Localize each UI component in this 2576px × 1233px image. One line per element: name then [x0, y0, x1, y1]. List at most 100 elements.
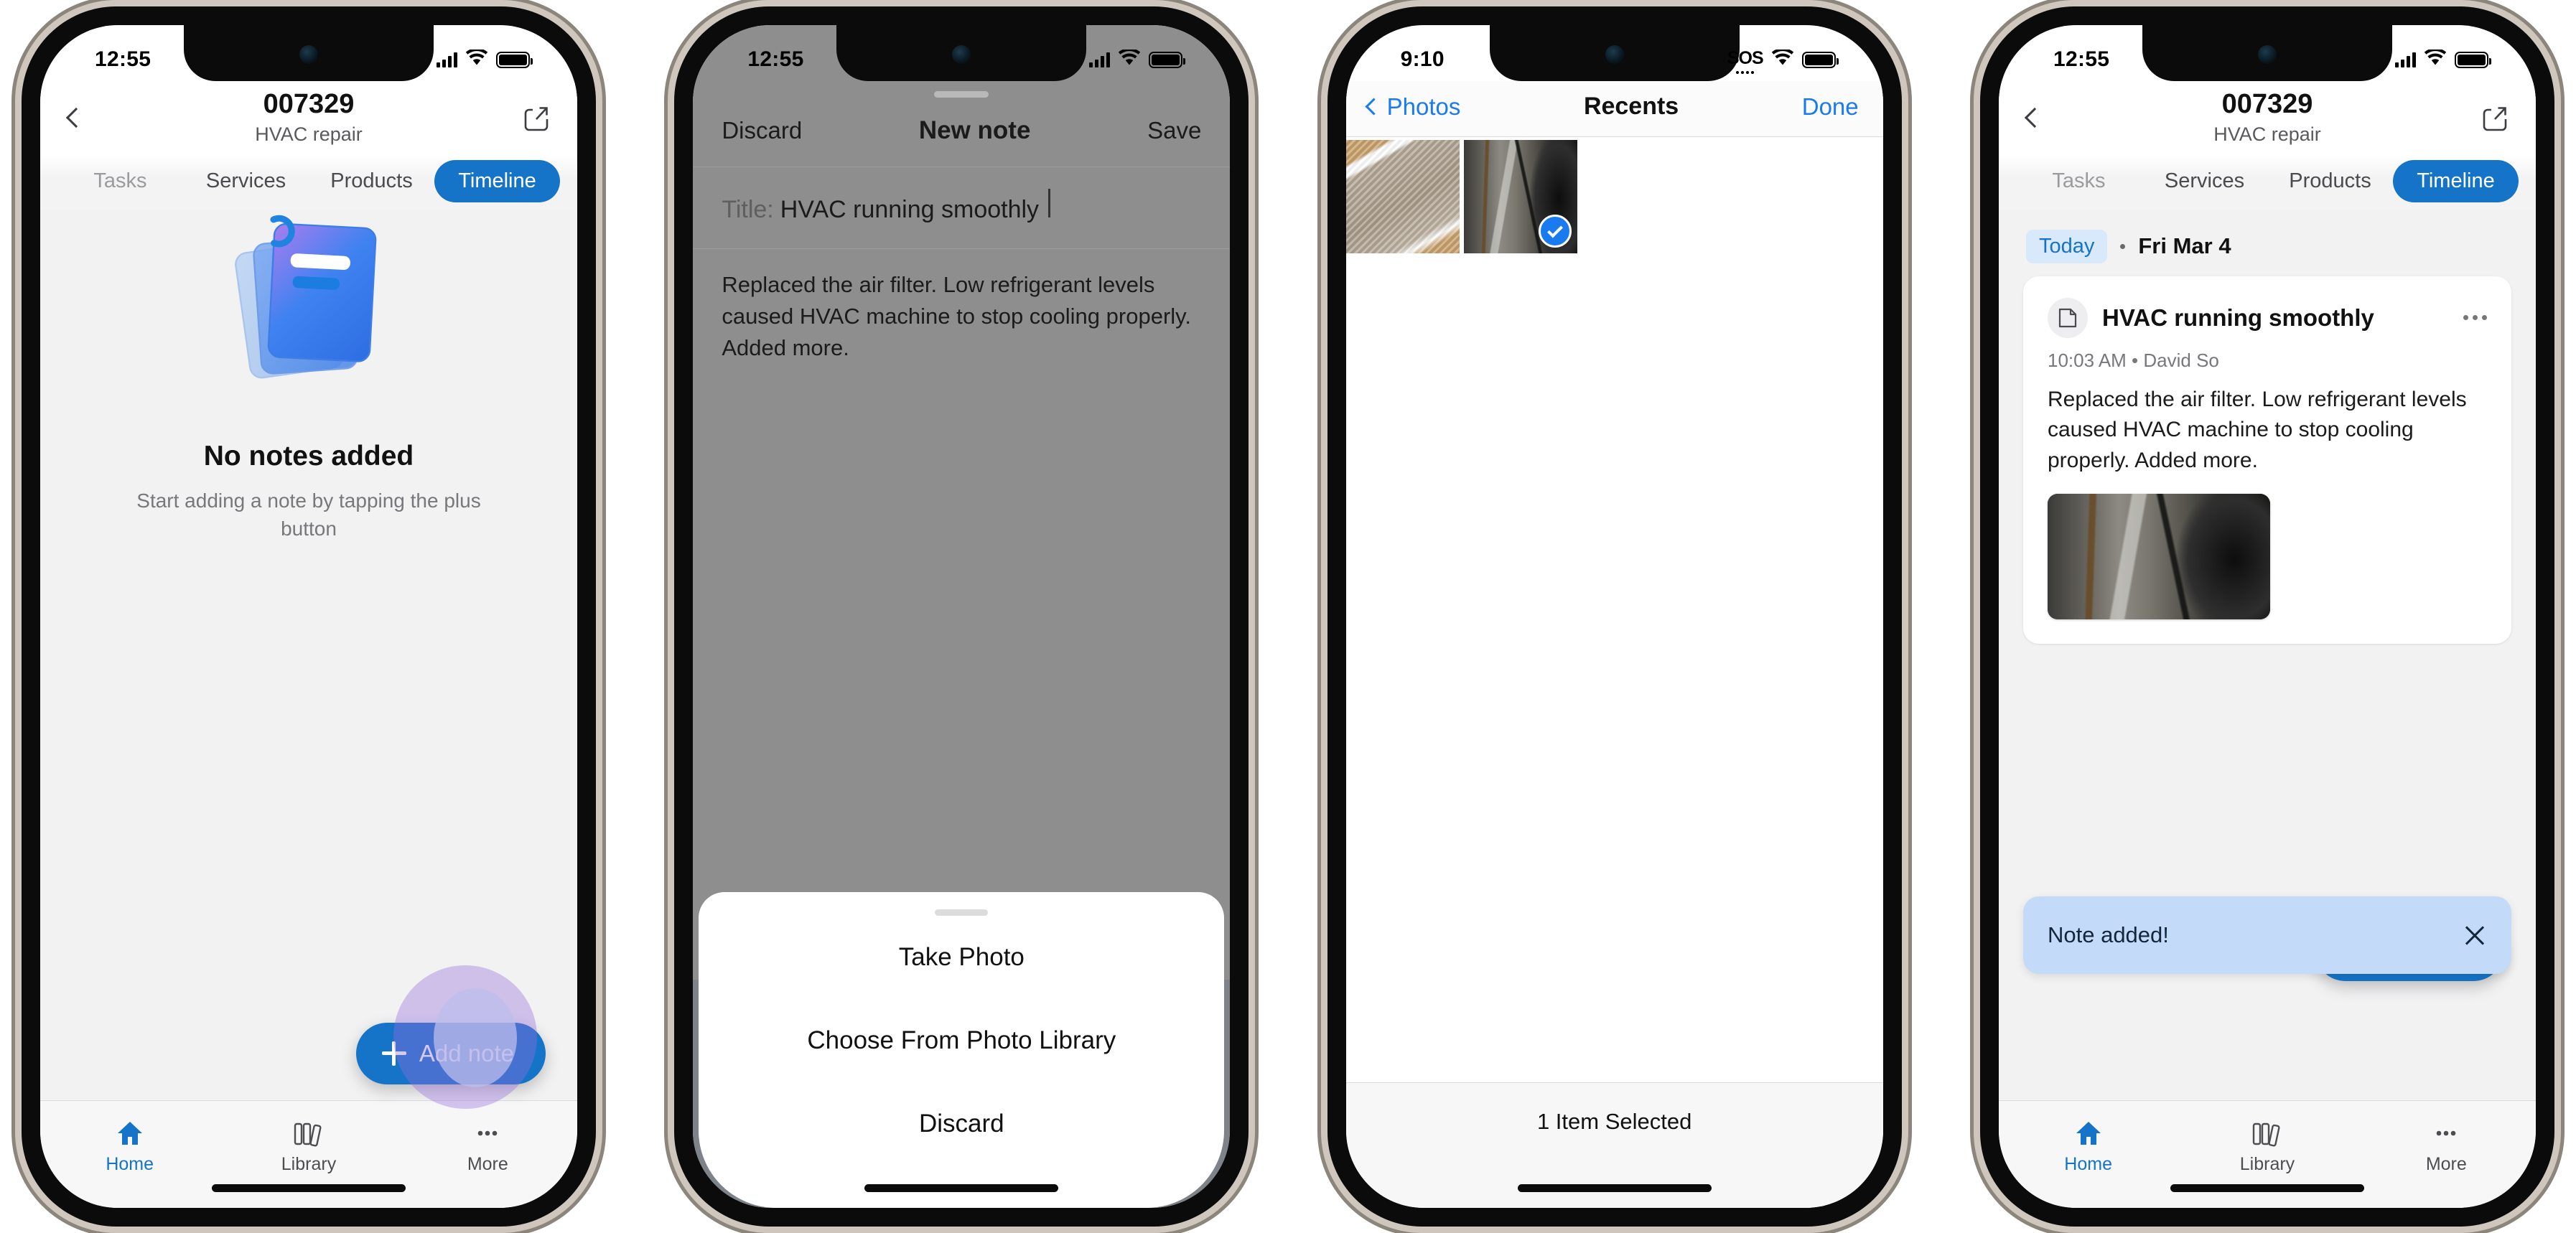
- battery-icon: [1149, 51, 1186, 68]
- share-button[interactable]: [508, 103, 549, 132]
- library-icon: [2179, 1117, 2356, 1150]
- toast-message: Note added!: [2047, 922, 2169, 947]
- home-indicator: [212, 1184, 406, 1192]
- chevron-left-icon: [1365, 98, 1383, 116]
- note-card-title: HVAC running smoothly: [2101, 304, 2374, 331]
- note-sheet-header: Discard New note Save: [693, 98, 1231, 167]
- note-card-photo[interactable]: [2047, 493, 2270, 619]
- cellular-bars-icon: [437, 52, 457, 67]
- notes-stack-illustration: [235, 215, 377, 379]
- plus-icon: [381, 1041, 406, 1066]
- status-bar: 12:55: [693, 25, 1230, 81]
- new-note-sheet: Discard New note Save Title: HVAC runnin…: [693, 91, 1231, 384]
- tabbar-item-home[interactable]: Home: [1999, 1117, 2177, 1175]
- tab-products[interactable]: Products: [2267, 160, 2393, 202]
- note-title-value: HVAC running smoothly: [780, 196, 1040, 223]
- status-time: 9:10: [1400, 47, 1445, 71]
- tab-services[interactable]: Services: [2142, 160, 2267, 202]
- battery-icon: [2454, 51, 2491, 68]
- sheet-grabber[interactable]: [934, 91, 989, 98]
- empty-state-subtitle: Start adding a note by tapping the plus …: [136, 489, 481, 540]
- segmented-tabs: Tasks Services Products Timeline: [1998, 155, 2536, 211]
- action-take-photo[interactable]: Take Photo: [699, 916, 1224, 999]
- page-subtitle: HVAC repair: [2213, 123, 2321, 145]
- save-button[interactable]: Save: [1147, 117, 1201, 144]
- timeline-empty-content: No notes added Start adding a note by ta…: [40, 210, 577, 1109]
- note-card-meta: 10:03 AM • David So: [2047, 349, 2219, 371]
- add-note-button[interactable]: Add note: [355, 1023, 546, 1084]
- note-title-input[interactable]: Title: HVAC running smoothly: [693, 167, 1231, 249]
- tab-timeline[interactable]: Timeline: [434, 159, 560, 202]
- note-icon: [2047, 297, 2088, 338]
- tabbar-label-home: Home: [106, 1154, 154, 1174]
- action-sheet-grabber[interactable]: [935, 909, 989, 916]
- ellipsis-icon: [399, 1117, 577, 1150]
- picker-nav-bar: Photos Recents Done: [1345, 81, 1883, 137]
- status-time: 12:55: [95, 47, 151, 71]
- tab-services[interactable]: Services: [183, 160, 309, 202]
- home-indicator: [2170, 1184, 2364, 1192]
- tab-products[interactable]: Products: [309, 160, 434, 202]
- note-body-input[interactable]: Replaced the air filter. Low refrigerant…: [693, 249, 1230, 384]
- close-icon[interactable]: [2463, 923, 2487, 947]
- empty-state-title: No notes added: [203, 440, 414, 472]
- text-caret: [1048, 189, 1051, 217]
- air-filter-photo: [1345, 140, 1460, 253]
- tabbar-label-more: More: [2425, 1154, 2467, 1174]
- nav-titles: 007329 HVAC repair: [109, 89, 508, 146]
- tabbar-item-home[interactable]: Home: [41, 1117, 218, 1175]
- back-button[interactable]: [65, 107, 109, 128]
- timeline-note-card[interactable]: HVAC running smoothly 10:03 AM • David S…: [2022, 276, 2511, 644]
- action-choose-from-library[interactable]: Choose From Photo Library: [699, 999, 1224, 1082]
- photos-back-button[interactable]: Photos: [1365, 93, 1461, 121]
- tabbar-item-more[interactable]: More: [2358, 1117, 2535, 1175]
- tabbar-label-library: Library: [2239, 1154, 2295, 1174]
- tab-tasks[interactable]: Tasks: [57, 160, 183, 202]
- status-bar: 9:10 SOS: [1346, 25, 1883, 81]
- home-indicator: [864, 1184, 1059, 1192]
- status-time: 12:55: [747, 47, 804, 71]
- tab-tasks[interactable]: Tasks: [2016, 160, 2142, 202]
- wifi-icon: [2424, 47, 2447, 72]
- share-button[interactable]: [2467, 103, 2507, 132]
- tabbar-label-library: Library: [281, 1154, 337, 1174]
- page-title: 007329: [2221, 89, 2313, 119]
- phone-2-screen: 12:55 Discard New note Save Title: HVAC …: [693, 25, 1231, 1208]
- wifi-icon: [465, 47, 488, 72]
- tabbar-item-more[interactable]: More: [399, 1117, 577, 1175]
- phone-4-timeline-with-note: 12:55 007329 HVAC repair Tasks Services …: [1979, 6, 2554, 1227]
- tabbar-item-library[interactable]: Library: [220, 1117, 398, 1175]
- photos-back-label: Photos: [1386, 93, 1461, 120]
- share-icon: [2483, 104, 2507, 131]
- done-button[interactable]: Done: [1802, 93, 1859, 121]
- timeline-date-label: Fri Mar 4: [2138, 233, 2231, 259]
- page-subtitle: HVAC repair: [255, 123, 363, 145]
- wifi-icon: [1771, 47, 1794, 72]
- home-indicator: [1517, 1184, 1712, 1192]
- action-discard[interactable]: Discard: [699, 1082, 1224, 1166]
- note-card-menu-button[interactable]: [2463, 315, 2487, 321]
- discard-button[interactable]: Discard: [722, 117, 802, 144]
- phone-3-photo-picker: 9:10 SOS Photos Recents Done 1 Item Sele…: [1327, 6, 1902, 1227]
- back-button[interactable]: [2024, 107, 2068, 128]
- sos-indicator: SOS: [1727, 45, 1764, 74]
- tabbar-label-home: Home: [2064, 1154, 2112, 1174]
- library-icon: [220, 1117, 398, 1150]
- tabbar-item-library[interactable]: Library: [2179, 1117, 2356, 1175]
- share-icon: [524, 104, 549, 131]
- tab-timeline[interactable]: Timeline: [2392, 159, 2519, 202]
- add-note-label: Add note: [419, 1040, 514, 1066]
- photo-thumb-hvac-unit[interactable]: [1463, 140, 1577, 253]
- photo-thumb-air-filter[interactable]: [1345, 140, 1460, 253]
- screenshot-stage: 12:55 007329 HVAC repair Tasks Services …: [0, 0, 2576, 1233]
- photo-action-sheet: Take Photo Choose From Photo Library Dis…: [699, 892, 1225, 1208]
- home-icon: [1999, 1117, 2177, 1150]
- chevron-left-icon: [2024, 107, 2045, 128]
- phone-1-screen: 12:55 007329 HVAC repair Tasks Services …: [40, 25, 577, 1208]
- page-title: 007329: [263, 89, 355, 119]
- phone-1-empty-timeline: 12:55 007329 HVAC repair Tasks Services …: [22, 6, 596, 1227]
- wifi-icon: [1118, 47, 1141, 72]
- battery-icon: [496, 51, 533, 68]
- note-sheet-title: New note: [918, 116, 1031, 144]
- today-badge: Today: [2025, 229, 2108, 263]
